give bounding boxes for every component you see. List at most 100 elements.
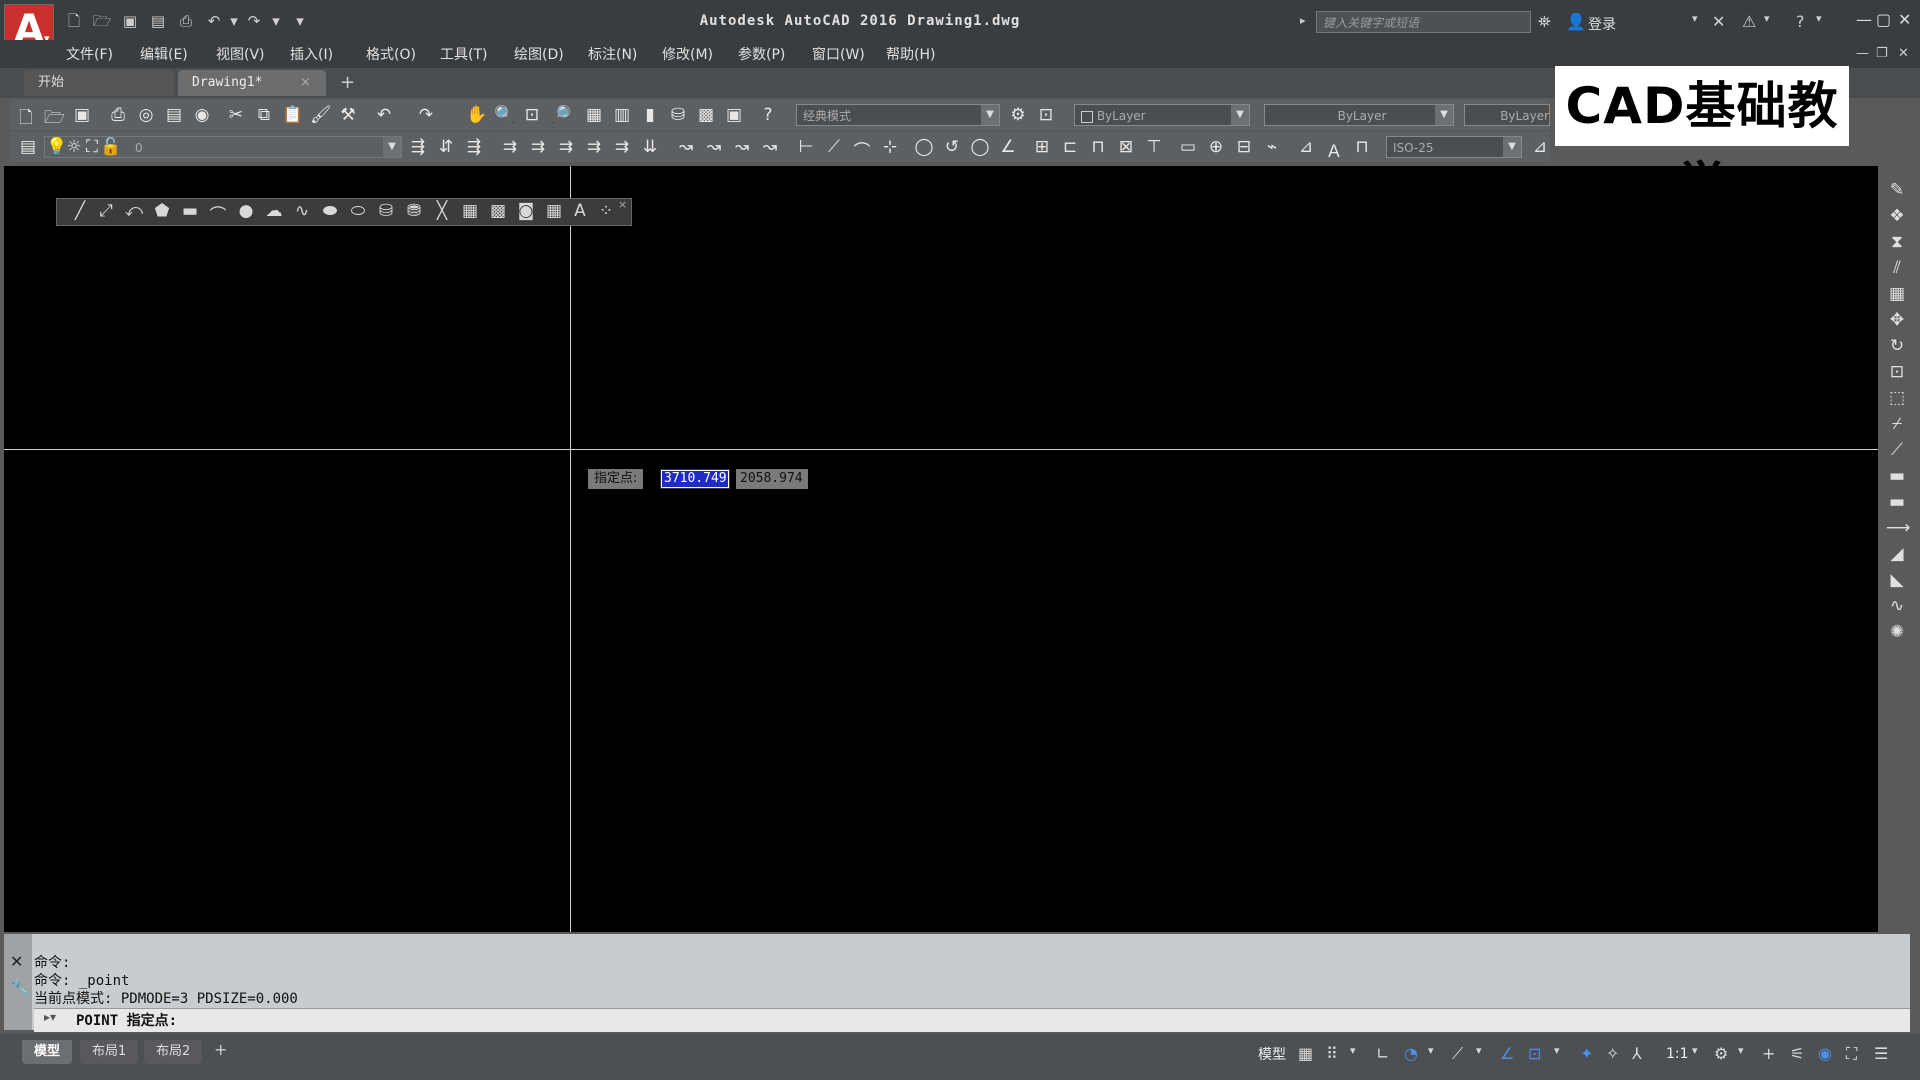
menu-draw[interactable]: 绘图(D) xyxy=(514,44,564,64)
baseline-dimension-icon[interactable]: ⊏ xyxy=(1060,137,1080,157)
layer-properties-icon[interactable]: ▤ xyxy=(18,137,38,157)
search-input[interactable]: 键入关键字或短语 xyxy=(1316,11,1531,33)
extend-icon[interactable]: ⟋ xyxy=(1886,440,1908,460)
pan-icon[interactable]: ✋ xyxy=(466,105,487,125)
recent-commands-icon[interactable]: ▸▾ xyxy=(44,1010,56,1024)
sheet-set-icon[interactable]: ⛁ xyxy=(668,105,688,125)
jogged-linear-icon[interactable]: ⌁ xyxy=(1262,137,1282,157)
maximize-icon[interactable]: ▢ xyxy=(1876,10,1891,29)
redo-icon[interactable]: ↷ xyxy=(244,12,264,30)
gradient-icon[interactable]: ▩ xyxy=(486,201,510,221)
revision-cloud-icon[interactable]: ☁ xyxy=(262,201,286,221)
chamfer-icon[interactable]: ◢ xyxy=(1886,544,1908,564)
autodesk-a360-icon[interactable]: ⚠ xyxy=(1742,12,1756,31)
markup-icon[interactable]: ▩ xyxy=(696,105,716,125)
ellipse-icon[interactable]: ⬬ xyxy=(318,201,342,221)
arc-icon[interactable]: ⌒ xyxy=(206,201,230,226)
copy-object-icon[interactable]: ❖ xyxy=(1886,206,1908,226)
units-icon[interactable]: ⚟ xyxy=(1790,1044,1804,1063)
layer-lock-tool-icon[interactable]: ⇉ xyxy=(612,137,632,157)
menu-help[interactable]: 帮助(H) xyxy=(886,44,935,64)
paste-icon[interactable]: 📋 xyxy=(282,105,303,125)
trim-icon[interactable]: ⌿ xyxy=(1886,414,1908,434)
erase-icon[interactable]: ✎ xyxy=(1886,180,1908,200)
continue-dimension-icon[interactable]: ⊓ xyxy=(1088,137,1108,157)
scale-icon[interactable]: ⊡ xyxy=(1886,362,1908,382)
construction-line-icon[interactable]: ⤢ xyxy=(94,201,118,221)
stretch-icon[interactable]: ⬚ xyxy=(1886,388,1908,408)
undo-icon[interactable]: ↶ xyxy=(204,12,224,30)
ortho-icon[interactable]: ∟ xyxy=(1376,1044,1389,1063)
exchange-apps-icon[interactable]: ✕ xyxy=(1712,12,1725,31)
spline-icon[interactable]: ∿ xyxy=(290,201,314,221)
blend-curves-icon[interactable]: ∿ xyxy=(1886,596,1908,616)
scale-dropdown-icon[interactable]: ▾ xyxy=(1692,1044,1698,1057)
quickcalc-icon[interactable]: ▣ xyxy=(724,105,744,125)
tab-close-icon[interactable]: × xyxy=(300,75,311,90)
layer-unisolate-icon[interactable]: ⇉ xyxy=(528,137,548,157)
command-input[interactable]: POINT 指定点: xyxy=(34,1008,1910,1032)
annotation-visibility-icon[interactable]: ✦ xyxy=(1580,1044,1593,1063)
tab-start[interactable]: 开始 xyxy=(24,70,174,96)
snap-icon[interactable]: ⠿ xyxy=(1326,1044,1338,1063)
linetype-select[interactable]: ByLayer ▼ xyxy=(1264,104,1454,126)
print-icon[interactable]: ⎙ xyxy=(176,12,196,30)
quick-dimension-icon[interactable]: ⊞ xyxy=(1032,137,1052,157)
multiline-text-icon[interactable]: A xyxy=(568,201,592,221)
open-folder-icon[interactable]: 🗁 xyxy=(92,12,112,30)
object-snap-icon[interactable]: ⊡ xyxy=(1528,1044,1541,1063)
center-mark-icon[interactable]: ⊕ xyxy=(1206,137,1226,157)
binoculars-icon[interactable]: ⛯ xyxy=(1538,12,1551,32)
region-icon[interactable]: ◙ xyxy=(514,201,538,221)
plot-preview-icon[interactable]: ◎ xyxy=(136,105,156,125)
diameter-dimension-icon[interactable]: ◯ xyxy=(970,137,990,157)
publish-icon[interactable]: ▤ xyxy=(164,105,184,125)
new-tab-button[interactable]: + xyxy=(340,72,355,93)
workspace-select[interactable]: 经典模式 ▼ xyxy=(796,104,1000,126)
inspection-icon[interactable]: ⊟ xyxy=(1234,137,1254,157)
minimize-icon[interactable]: — xyxy=(1856,10,1872,29)
dimension-space-icon[interactable]: ⊠ xyxy=(1116,137,1136,157)
dynamic-input-y-field[interactable]: 2058.974 xyxy=(736,469,808,489)
customize-quick-access-icon[interactable]: ▾ xyxy=(290,12,310,30)
tab-model[interactable]: 模型 xyxy=(22,1040,73,1064)
tolerance-icon[interactable]: ▭ xyxy=(1178,137,1198,157)
menu-view[interactable]: 视图(V) xyxy=(216,44,265,64)
auto-scale-icon[interactable]: ✧ xyxy=(1606,1044,1619,1063)
undo-dropdown-icon[interactable]: ▾ xyxy=(224,12,244,30)
close-icon[interactable]: ✕ xyxy=(1898,10,1911,29)
move-icon[interactable]: ✥ xyxy=(1886,310,1908,330)
doc-close-icon[interactable]: ✕ xyxy=(1898,46,1909,61)
save-icon[interactable]: ▣ xyxy=(120,12,140,30)
customization-icon[interactable]: ☰ xyxy=(1874,1044,1888,1063)
drawing-canvas[interactable] xyxy=(4,166,1878,932)
login-dropdown-icon[interactable]: ▾ xyxy=(1692,12,1698,25)
workspace-settings-icon[interactable]: ⚙ xyxy=(1008,105,1028,125)
rectangle-icon[interactable]: ▬ xyxy=(178,201,202,221)
polyline-icon[interactable]: ⤺ xyxy=(122,201,146,221)
tab-layout2[interactable]: 布局2 xyxy=(144,1040,203,1064)
linear-dimension-icon[interactable]: ⊢ xyxy=(796,137,816,157)
new-icon[interactable]: 🗋 xyxy=(16,105,36,134)
expand-search-icon[interactable]: ▸ xyxy=(1300,14,1306,27)
layer-freeze-icon[interactable]: ⇉ xyxy=(556,137,576,157)
menu-edit[interactable]: 编辑(E) xyxy=(140,44,188,64)
match-properties-icon[interactable]: 🖌 xyxy=(310,105,332,125)
isometric-icon[interactable]: ⟋ xyxy=(1452,1044,1463,1064)
dimension-edit-icon[interactable]: ⊿ xyxy=(1296,137,1316,157)
undo-toolbar-icon[interactable]: ↶ xyxy=(374,105,394,125)
menu-insert[interactable]: 插入(I) xyxy=(290,44,333,64)
model-space-toggle[interactable]: 模型 xyxy=(1258,1044,1286,1064)
jogged-dimension-icon[interactable]: ↺ xyxy=(942,137,962,157)
dimension-text-edit-icon[interactable]: Ａ xyxy=(1324,137,1344,162)
isometric-dropdown-icon[interactable]: ▾ xyxy=(1476,1044,1482,1057)
copy-icon[interactable]: ⧉ xyxy=(254,105,274,125)
circle-icon[interactable]: ● xyxy=(234,201,258,221)
workspace-switch-icon[interactable]: ⊡ xyxy=(1036,105,1056,125)
layer-off-icon[interactable]: ⇉ xyxy=(584,137,604,157)
menu-dimension[interactable]: 标注(N) xyxy=(588,44,637,64)
doc-minimize-icon[interactable]: — xyxy=(1856,46,1869,61)
dimension-break-icon[interactable]: ⊤ xyxy=(1144,137,1164,157)
insert-block-icon[interactable]: ⛁ xyxy=(374,201,398,221)
save-icon[interactable]: ▣ xyxy=(72,105,92,125)
